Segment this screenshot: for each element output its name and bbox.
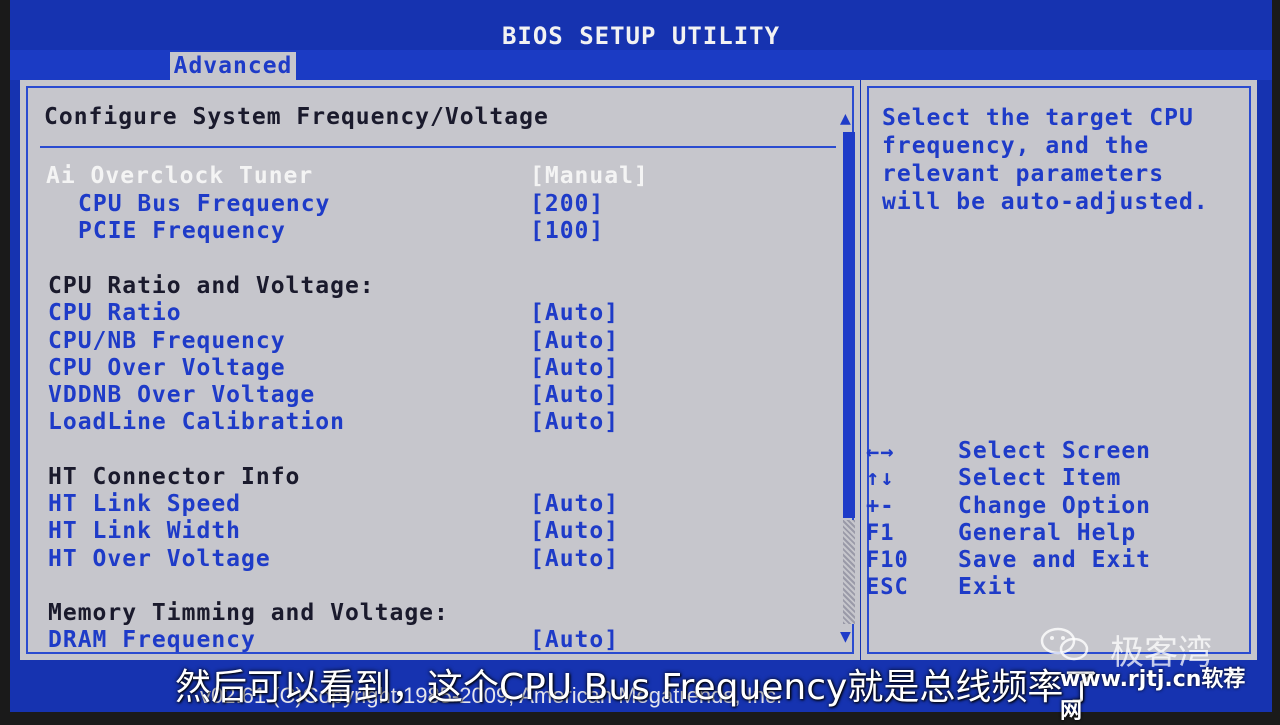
key-esc: ESC xyxy=(866,575,909,600)
setting-label: PCIE Frequency xyxy=(78,218,286,244)
scroll-up-arrow-icon[interactable]: ▲ xyxy=(840,108,851,129)
key-desc: General Help xyxy=(958,520,1137,546)
setting-value: [Auto] xyxy=(530,627,620,653)
setting-label: CPU Ratio xyxy=(48,300,182,326)
key-desc: Exit xyxy=(958,574,1018,600)
setting-value: [Auto] xyxy=(530,409,620,435)
setting-value: [Auto] xyxy=(530,491,620,517)
setting-label: HT Link Width xyxy=(48,518,242,544)
group-label: CPU Ratio and Voltage: xyxy=(48,273,375,299)
key-arrows-lr: ←→ xyxy=(866,440,895,465)
tab-advanced[interactable]: Advanced xyxy=(170,52,296,80)
setting-value: [Auto] xyxy=(530,382,620,408)
video-subtitle: 然后可以看到，这个CPU Bus Frequency就是总线频率了 xyxy=(175,667,1100,708)
window-title: BIOS SETUP UTILITY xyxy=(501,22,781,50)
setting-value: [Auto] xyxy=(530,518,620,544)
key-arrows-ud: ↑↓ xyxy=(866,466,895,491)
setting-value: [Auto] xyxy=(530,328,620,354)
setting-value: [Auto] xyxy=(530,355,620,381)
setting-label: CPU/NB Frequency xyxy=(48,328,286,354)
section-heading: Configure System Frequency/Voltage xyxy=(44,104,549,130)
key-desc: Select Item xyxy=(958,465,1122,491)
scrollbar-thumb[interactable] xyxy=(843,132,855,518)
setting-value: [Auto] xyxy=(530,300,620,326)
bios-screen: BIOS SETUP UTILITY Advanced Configure Sy… xyxy=(10,0,1272,712)
key-desc: Save and Exit xyxy=(958,547,1152,573)
setting-label: HT Over Voltage xyxy=(48,546,271,572)
scrollbar-track-remaining xyxy=(843,520,855,624)
setting-value: [Auto] xyxy=(530,546,620,572)
setting-label: HT Link Speed xyxy=(48,491,242,517)
setting-value: [Manual] xyxy=(530,163,649,189)
setting-label: LoadLine Calibration xyxy=(48,409,345,435)
setting-label: CPU Over Voltage xyxy=(48,355,286,381)
setting-label: DRAM Frequency xyxy=(48,627,256,653)
setting-label: VDDNB Over Voltage xyxy=(48,382,316,408)
help-description: Select the target CPU frequency, and the… xyxy=(882,105,1209,215)
watermark: 极客湾 www.rjtj.cn软荐网 xyxy=(1040,625,1265,724)
key-plus-minus: +- xyxy=(866,494,895,519)
setting-value: [200] xyxy=(530,191,605,217)
wechat-icon xyxy=(1040,627,1089,661)
setting-label: Ai Overclock Tuner xyxy=(46,163,314,189)
key-desc: Change Option xyxy=(958,493,1152,519)
group-label: HT Connector Info xyxy=(48,464,301,490)
scroll-down-arrow-icon[interactable]: ▼ xyxy=(840,626,851,647)
heading-divider xyxy=(40,146,836,148)
setting-value: [100] xyxy=(530,218,605,244)
key-desc: Select Screen xyxy=(958,438,1152,464)
group-label: Memory Timming and Voltage: xyxy=(48,600,449,626)
key-f10: F10 xyxy=(866,548,909,573)
key-f1: F1 xyxy=(866,521,895,546)
setting-label: CPU Bus Frequency xyxy=(78,191,331,217)
watermark-url: www.rjtj.cn软荐网 xyxy=(1060,667,1246,724)
